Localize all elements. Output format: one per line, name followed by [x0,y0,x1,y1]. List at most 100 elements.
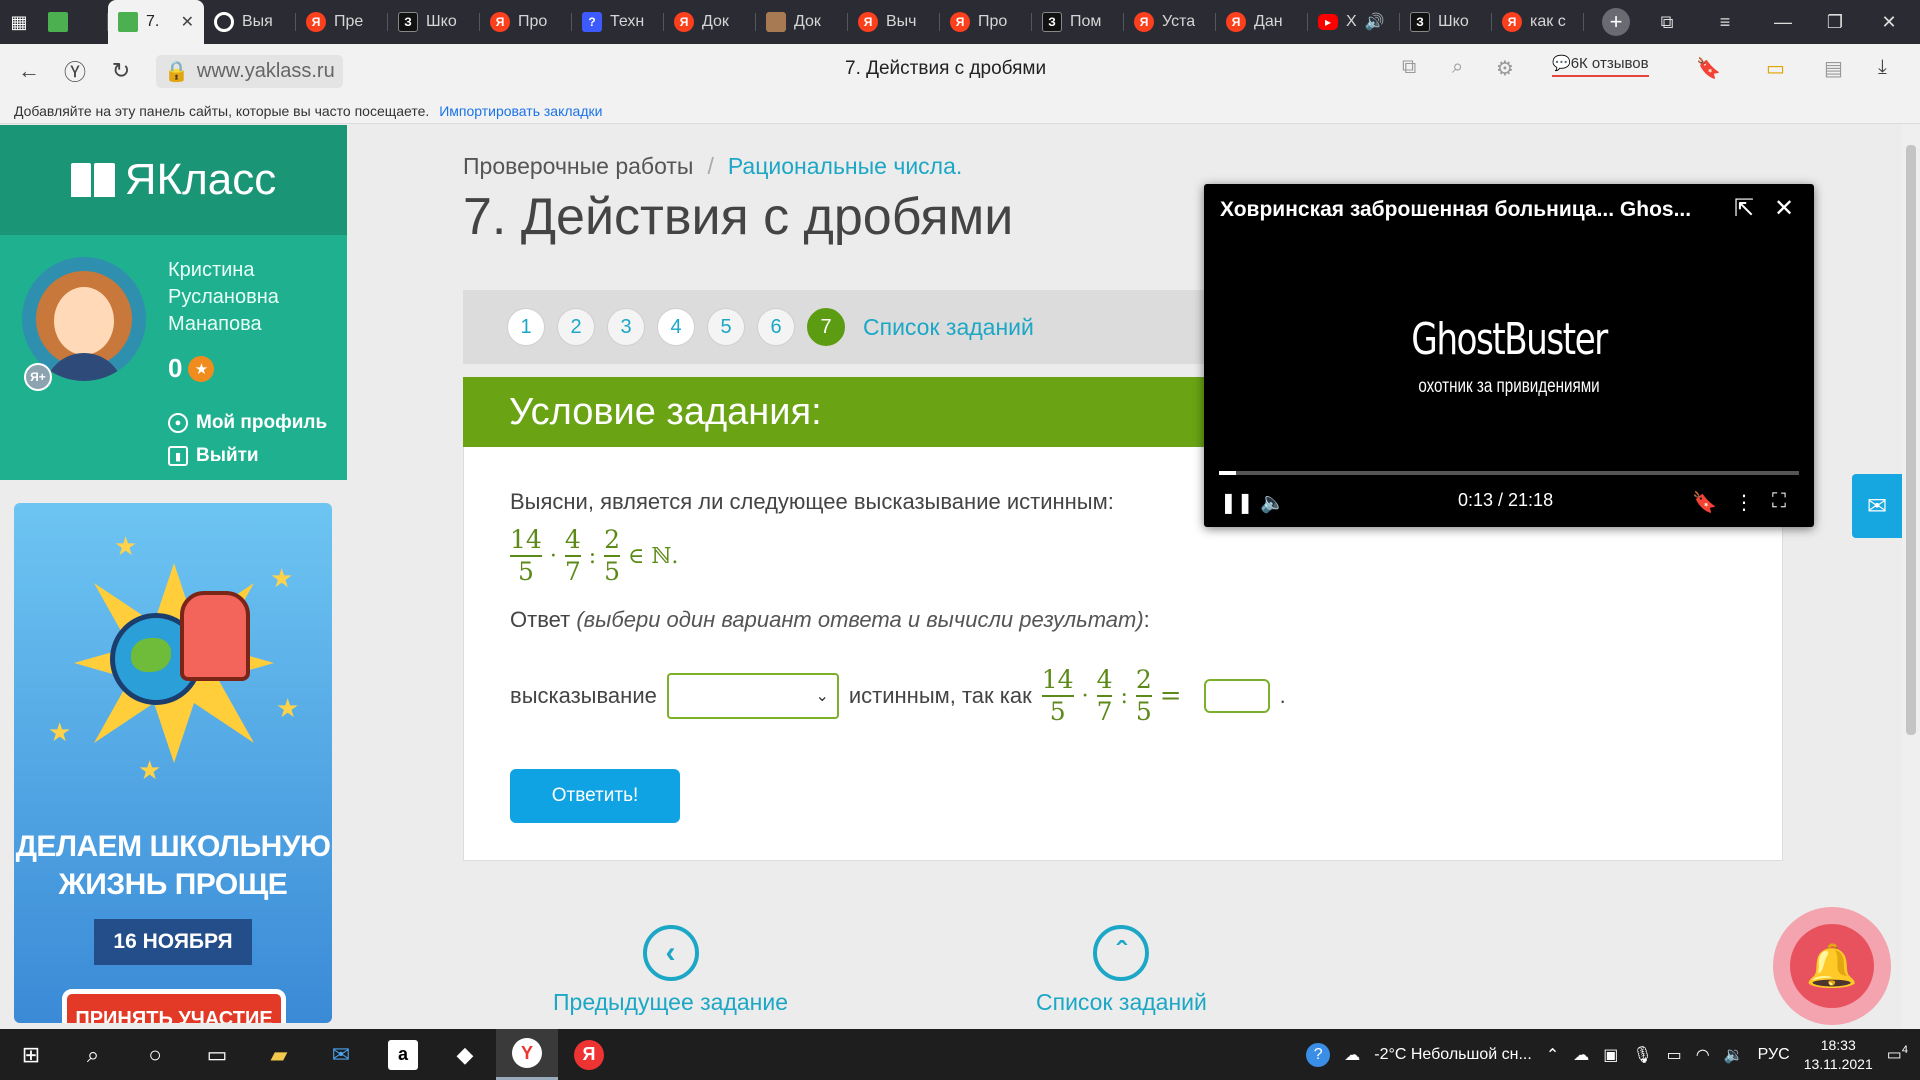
browser-tab[interactable] [38,0,108,44]
cortana-icon[interactable]: ○ [124,1029,186,1080]
more-options-icon[interactable]: ⋮ [1734,490,1754,515]
notification-center-icon[interactable]: ▭4 [1887,1044,1908,1064]
zoom-icon[interactable]: ⌕ [1452,56,1463,79]
extension-icon[interactable]: ⚙ [1496,56,1514,81]
onedrive-icon[interactable]: ☁ [1573,1045,1589,1065]
tabs-list-icon[interactable]: ⧉ [1640,0,1694,44]
step-7[interactable]: 7 [807,308,845,346]
battery-icon[interactable]: ▭ [1667,1045,1682,1065]
bookmark-icon[interactable]: 🔖 [1696,56,1721,81]
browser-tab[interactable]: Я Уста [1124,0,1216,44]
breadcrumb-item[interactable]: Проверочные работы [463,153,693,180]
back-arrow-icon[interactable]: ← [6,44,52,98]
browser-tab[interactable]: Выя [204,0,296,44]
browser-tab[interactable]: З Шко [388,0,480,44]
minimize-icon[interactable]: — [1756,0,1810,44]
pause-icon[interactable]: ❚❚ [1220,490,1254,515]
step-1[interactable]: 1 [507,308,545,346]
logo[interactable]: ЯКласс [0,125,347,235]
ad-cta-button[interactable]: ПРИНЯТЬ УЧАСТИЕ [62,989,286,1023]
previous-task-link[interactable]: ‹ Предыдущее задание [553,925,788,1016]
step-2[interactable]: 2 [557,308,595,346]
submit-button[interactable]: Ответить! [510,769,680,823]
step-6[interactable]: 6 [757,308,795,346]
clock[interactable]: 18:33 13.11.2021 [1804,1036,1873,1074]
volume-icon[interactable]: 🔈 [1260,490,1285,515]
collections-icon[interactable]: ▤ [1824,56,1843,81]
chevron-down-icon: ⌄ [815,688,829,705]
logout-link[interactable]: ▮ Выйти [168,445,259,467]
z-favicon-icon: З [398,12,418,32]
verdict-dropdown[interactable]: ⌄ [666,673,839,719]
dropbox-icon[interactable]: ◆ [434,1029,496,1080]
chevron-up-icon[interactable]: ⌃ [1546,1045,1559,1065]
tab-manager-icon[interactable]: ▦ [0,0,38,44]
microphone-icon[interactable]: 🎙 [1632,1045,1652,1065]
restore-icon[interactable]: ❐ [1808,0,1862,44]
reload-icon[interactable]: ↻ [98,44,144,98]
reviews-badge[interactable]: 💬6К отзывов [1552,54,1649,77]
ad-banner[interactable]: ★ ★ ★ ★ ★ ДЕЛАЕМ ШКОЛЬНУЮ ЖИЗНЬ ПРОЩЕ 16… [14,503,332,1023]
device-icon[interactable]: ▣ [1603,1045,1618,1065]
file-explorer-icon[interactable]: ▰ [248,1029,310,1080]
task-list-link[interactable]: Список заданий [863,314,1034,341]
browser-tab[interactable]: З Пом [1032,0,1124,44]
browser-tab[interactable]: Я Про [480,0,572,44]
task-list-bottom-link[interactable]: ˆ Список заданий [1036,925,1207,1016]
step-5[interactable]: 5 [707,308,745,346]
task-view-icon[interactable]: ▭ [186,1029,248,1080]
url-field[interactable]: 🔒 www.yaklass.ru [156,54,343,88]
close-tab-icon[interactable]: ✕ [181,12,194,32]
browser-tab[interactable]: Якак с [1492,0,1584,44]
weather-text[interactable]: -2°C Небольшой сн... [1374,1046,1532,1064]
feedback-mail-button[interactable]: ✉ [1852,474,1902,538]
browser-tab[interactable]: Я Пре [296,0,388,44]
breadcrumb-item[interactable]: Рациональные числа. [728,153,962,180]
battery-icon[interactable]: ▭ [1766,56,1785,81]
browser-tab-active[interactable]: 7. ✕ [108,0,204,44]
browser-tab[interactable]: Док [756,0,848,44]
import-bookmarks-link[interactable]: Импортировать закладки [439,103,602,119]
denominator: 5 [604,557,621,586]
video-title: Ховринская заброшенная больница... Ghos.… [1220,198,1692,221]
mail-app-icon[interactable]: ✉ [310,1029,372,1080]
download-icon[interactable]: ⤓ [1878,56,1887,79]
step-3[interactable]: 3 [607,308,645,346]
video-popup[interactable]: Ховринская заброшенная больница... Ghos.… [1204,184,1814,527]
search-icon[interactable]: ⌕ [62,1029,124,1080]
result-input[interactable] [1203,679,1270,713]
profile-link[interactable]: ● Мой профиль [168,412,327,434]
browser-tab[interactable]: ? Техн [572,0,664,44]
close-window-icon[interactable]: ✕ [1862,0,1916,44]
speaker-icon[interactable]: 🔊 [1365,12,1385,32]
yandex-browser-icon[interactable]: Y [496,1029,558,1080]
help-icon[interactable]: ? [1306,1042,1331,1067]
video-progress-bar[interactable] [1219,471,1799,475]
new-tab-button[interactable]: + [1602,8,1630,36]
return-to-tab-icon[interactable]: ⇱ [1734,194,1754,223]
yandex-app-icon[interactable]: Я [558,1029,620,1080]
share-icon[interactable]: ⧉ [1402,56,1416,79]
start-windows-icon[interactable]: ⊞ [0,1029,62,1080]
page-scrollbar[interactable] [1902,125,1920,1029]
scrollbar-thumb[interactable] [1906,145,1916,735]
fullscreen-icon[interactable]: ⛶ [1772,490,1786,513]
amazon-app-icon[interactable]: a [372,1029,434,1080]
bookmark-icon[interactable]: 🔖 [1692,490,1717,515]
browser-tab[interactable]: Я Про [940,0,1032,44]
yandex-home-icon[interactable]: Ⓨ [52,44,98,98]
notifications-bell-button[interactable]: 🔔 [1773,907,1891,1025]
browser-tab[interactable]: ▸ Х 🔊 [1308,0,1400,44]
weather-icon[interactable]: ☁ [1344,1045,1360,1065]
volume-icon[interactable]: 🔉 [1724,1045,1744,1065]
menu-icon[interactable]: ≡ [1698,0,1752,44]
browser-tab[interactable]: Я Док [664,0,756,44]
browser-tab[interactable]: Я Выч [848,0,940,44]
wifi-icon[interactable]: ◠ [1696,1045,1710,1065]
language-indicator[interactable]: РУС [1758,1046,1790,1064]
step-4[interactable]: 4 [657,308,695,346]
close-icon[interactable]: ✕ [1774,194,1794,223]
browser-tab[interactable]: Я Дан [1216,0,1308,44]
question-text: Выясни, является ли следующее высказыван… [510,489,1114,514]
browser-tab[interactable]: З Шко [1400,0,1492,44]
